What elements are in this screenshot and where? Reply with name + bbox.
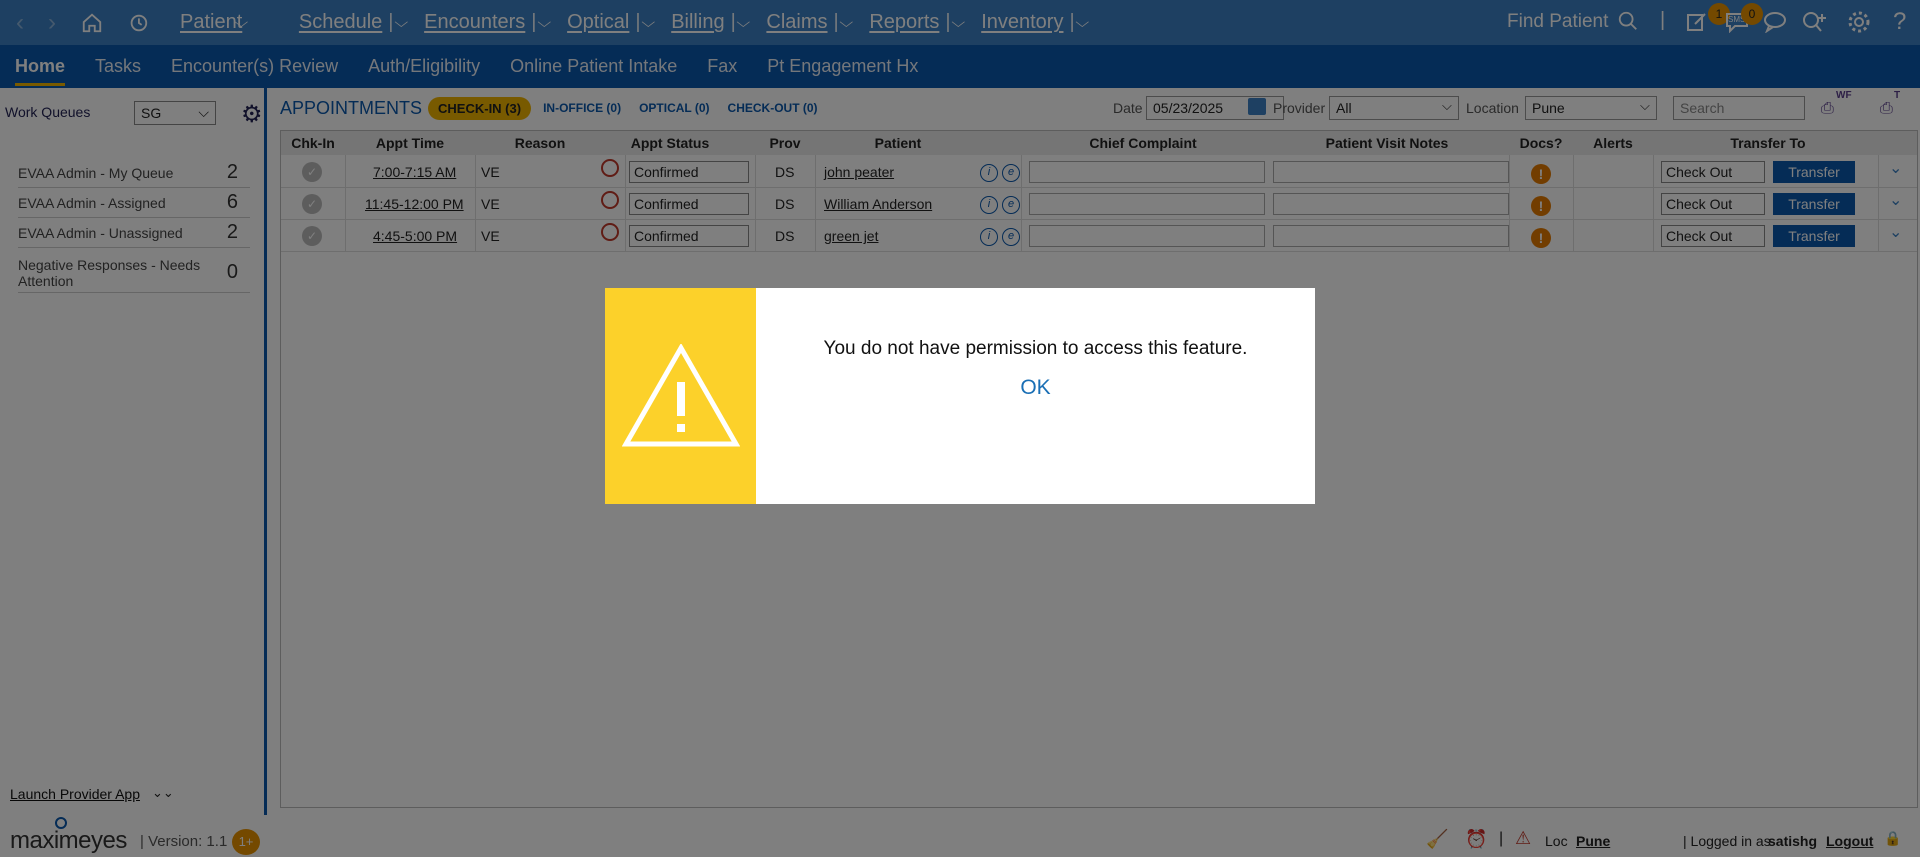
permission-dialog: You do not have permission to access thi… xyxy=(605,288,1315,504)
ok-button[interactable]: OK xyxy=(1020,376,1050,400)
warning-triangle-icon xyxy=(621,344,740,447)
dialog-warning-pane xyxy=(605,288,756,504)
dialog-message: You do not have permission to access thi… xyxy=(823,338,1248,359)
dialog-message-pane: You do not have permission to access thi… xyxy=(756,288,1315,504)
